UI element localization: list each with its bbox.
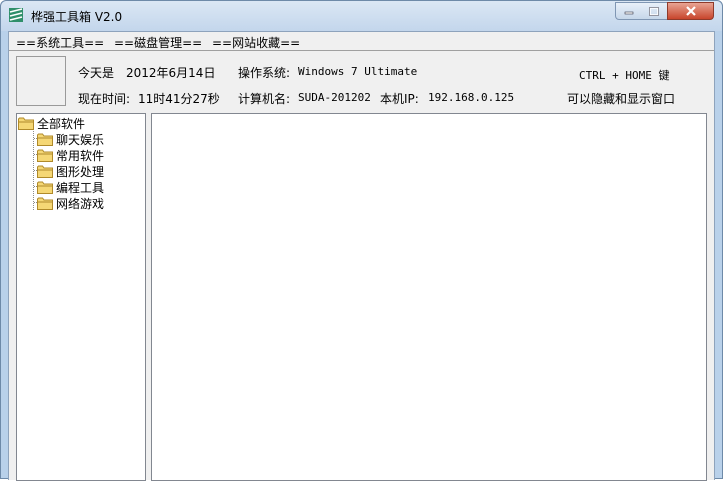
os-value: Windows 7 Ultimate [298, 65, 418, 78]
maximize-button[interactable] [641, 2, 668, 20]
tree-node-chat-entertainment[interactable]: 聊天娱乐 [37, 131, 104, 147]
hotkey-hint: CTRL + HOME 键 [579, 69, 670, 82]
folder-icon [37, 181, 53, 194]
folder-icon [37, 149, 53, 162]
os-label: 操作系统: [238, 66, 291, 80]
computer-name-label: 计算机名: [238, 92, 291, 106]
tree-node-programming-tools[interactable]: 编程工具 [37, 179, 104, 195]
tree-node-label: 图形处理 [56, 164, 105, 179]
tree-node-label: 全部软件 [37, 116, 86, 131]
app-icon [9, 8, 23, 22]
tree-node-label: 常用软件 [56, 148, 105, 163]
tree-node-label: 编程工具 [56, 180, 105, 195]
folder-icon [37, 133, 53, 146]
computer-name-value: SUDA-201202 [298, 91, 371, 104]
tree-node-common-software[interactable]: 常用软件 [37, 147, 104, 163]
close-button[interactable] [667, 2, 714, 20]
menu-website-favorites[interactable]: ==网站收藏== [212, 34, 300, 51]
tree-node-graphics[interactable]: 图形处理 [37, 163, 104, 179]
time-value: 11时41分27秒 [138, 92, 220, 106]
title-bar[interactable]: 桦强工具箱 V2.0 [1, 1, 722, 31]
folder-icon [37, 165, 53, 178]
menu-disk-management[interactable]: ==磁盘管理== [114, 34, 202, 51]
tree-node-label: 聊天娱乐 [56, 132, 105, 147]
hotkey-description: 可以隐藏和显示窗口 [567, 92, 676, 106]
software-list-panel[interactable] [151, 113, 707, 481]
time-label: 现在时间: [78, 92, 131, 106]
folder-icon [18, 117, 34, 130]
maximize-icon [649, 6, 659, 16]
folder-icon [37, 197, 53, 210]
client-area: ==系统工具== ==磁盘管理== ==网站收藏== 今天是 2012年6月14… [8, 31, 715, 481]
ip-value: 192.168.0.125 [428, 91, 515, 104]
tree-node-online-games[interactable]: 网络游戏 [37, 195, 104, 211]
logo-box [16, 56, 66, 106]
menu-bar: ==系统工具== ==磁盘管理== ==网站收藏== [9, 32, 714, 51]
menu-system-tools[interactable]: ==系统工具== [16, 34, 104, 51]
tree-node-all-software[interactable]: 全部软件 [18, 115, 85, 131]
today-label: 今天是 [78, 66, 115, 80]
close-icon [685, 6, 696, 16]
window-title: 桦强工具箱 V2.0 [31, 10, 123, 24]
minimize-button[interactable] [615, 2, 642, 20]
tree-node-label: 网络游戏 [56, 196, 105, 211]
app-window: 桦强工具箱 V2.0 ==系统工具== ==磁盘管理== ==网站收藏== 今天… [0, 0, 723, 481]
today-value: 2012年6月14日 [126, 66, 216, 80]
ip-label: 本机IP: [380, 92, 419, 106]
category-tree: 全部软件 聊天娱乐 常用软件 图形处理 编程工具 网络游戏 [16, 113, 146, 481]
minimize-icon [624, 11, 633, 15]
